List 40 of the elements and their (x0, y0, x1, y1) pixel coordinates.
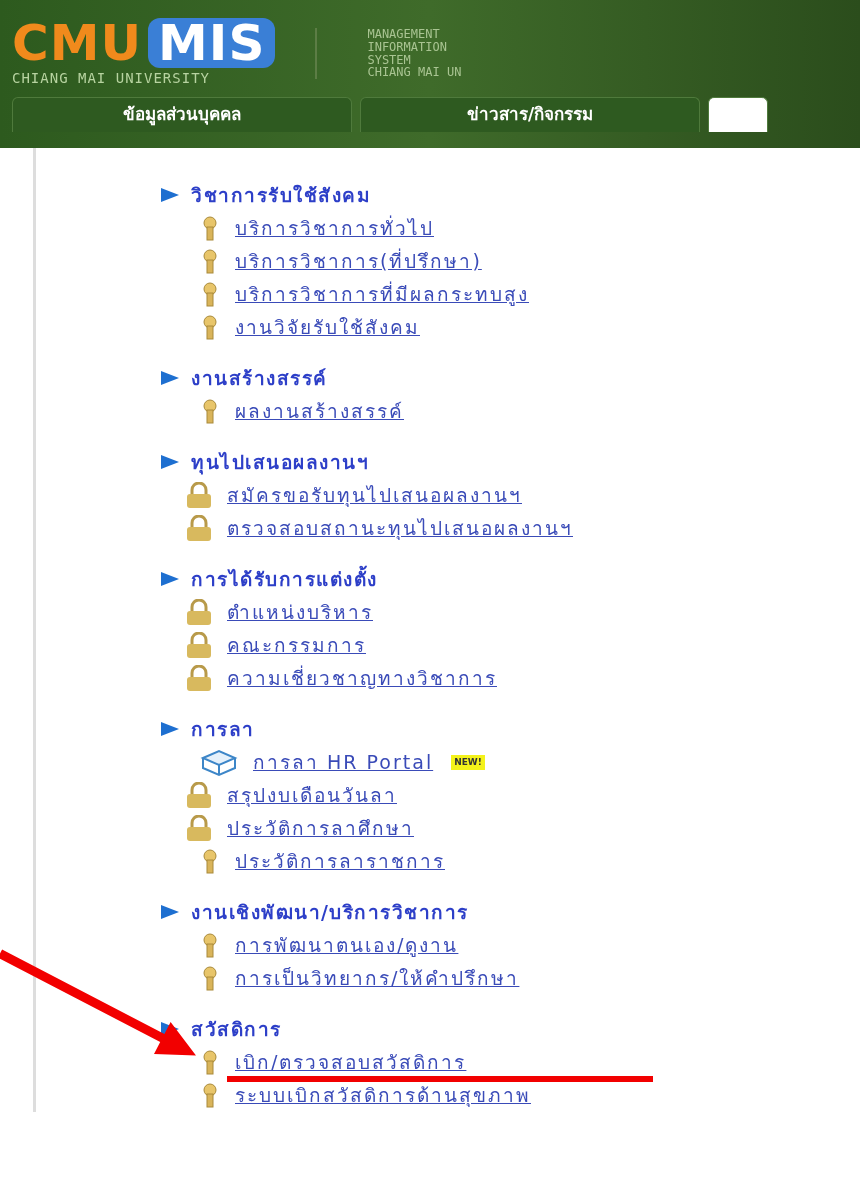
triangle-icon (161, 905, 179, 919)
menu-link[interactable]: สมัครขอรับทุนไปเสนอผลงานฯ (227, 484, 522, 507)
menu-link[interactable]: การเป็นวิทยากร/ให้คำปรึกษา (235, 967, 520, 990)
menu-link[interactable]: ความเชี่ยวชาญทางวิชาการ (227, 667, 497, 690)
menu-link[interactable]: สรุปงบเดือนวันลา (227, 784, 397, 807)
section-heading: งานเชิงพัฒนา/บริการวิชาการ (191, 899, 469, 925)
section-heading: การลา (191, 716, 255, 742)
section-heading: วิชาการรับใช้สังคม (191, 182, 371, 208)
tagline-text: MANAGEMENT INFORMATION SYSTEM CHIANG MAI UN (315, 28, 462, 79)
menu-link[interactable]: งานวิจัยรับใช้สังคม (235, 316, 420, 339)
nav-tab[interactable]: ข้อมูลส่วนบุคคล (12, 97, 352, 132)
logo-subtitle: CHIANG MAI UNIVERSITY (12, 69, 211, 88)
menu-link[interactable]: ระบบเบิกสวัสดิการด้านสุขภาพ (235, 1084, 531, 1107)
layered-box-icon (199, 747, 239, 778)
nav-tab[interactable]: ข่าวสาร/กิจกรรม (360, 97, 700, 132)
logo-badge: MIS (148, 18, 276, 68)
triangle-icon (161, 572, 179, 586)
triangle-icon (161, 188, 179, 202)
section-heading: สวัสดิการ (191, 1016, 282, 1042)
menu-link[interactable]: เบิก/ตรวจสอบสวัสดิการ (235, 1051, 467, 1074)
nav-tab[interactable] (708, 97, 768, 132)
menu-link[interactable]: บริการวิชาการทั่วไป (235, 217, 434, 240)
triangle-icon (161, 371, 179, 385)
menu-link[interactable]: บริการวิชาการ(ที่ปรึกษา) (235, 250, 482, 273)
triangle-icon (161, 722, 179, 736)
new-badge: NEW! (451, 754, 485, 771)
menu-link[interactable]: ประวัติการลาศึกษา (227, 817, 414, 840)
triangle-icon (161, 455, 179, 469)
menu-link[interactable]: ผลงานสร้างสรรค์ (235, 400, 404, 423)
menu-link[interactable]: การลา HR Portal (253, 751, 434, 774)
section-heading: การได้รับการแต่งตั้ง (191, 564, 378, 592)
menu-link[interactable]: ตรวจสอบสถานะทุนไปเสนอผลงานฯ (227, 517, 573, 540)
menu-link[interactable]: ประวัติการลาราชการ (235, 850, 445, 873)
logo-text: CMU (12, 18, 143, 68)
section-heading: งานสร้างสรรค์ (191, 365, 328, 391)
section-heading: ทุนไปเสนอผลงานฯ (191, 449, 369, 477)
menu-link[interactable]: ตำแหน่งบริหาร (227, 601, 373, 624)
menu-link[interactable]: การพัฒนาตนเอง/ดูงาน (235, 934, 459, 957)
menu-link[interactable]: คณะกรรมการ (227, 634, 366, 657)
menu-link[interactable]: บริการวิชาการที่มีผลกระทบสูง (235, 283, 529, 306)
